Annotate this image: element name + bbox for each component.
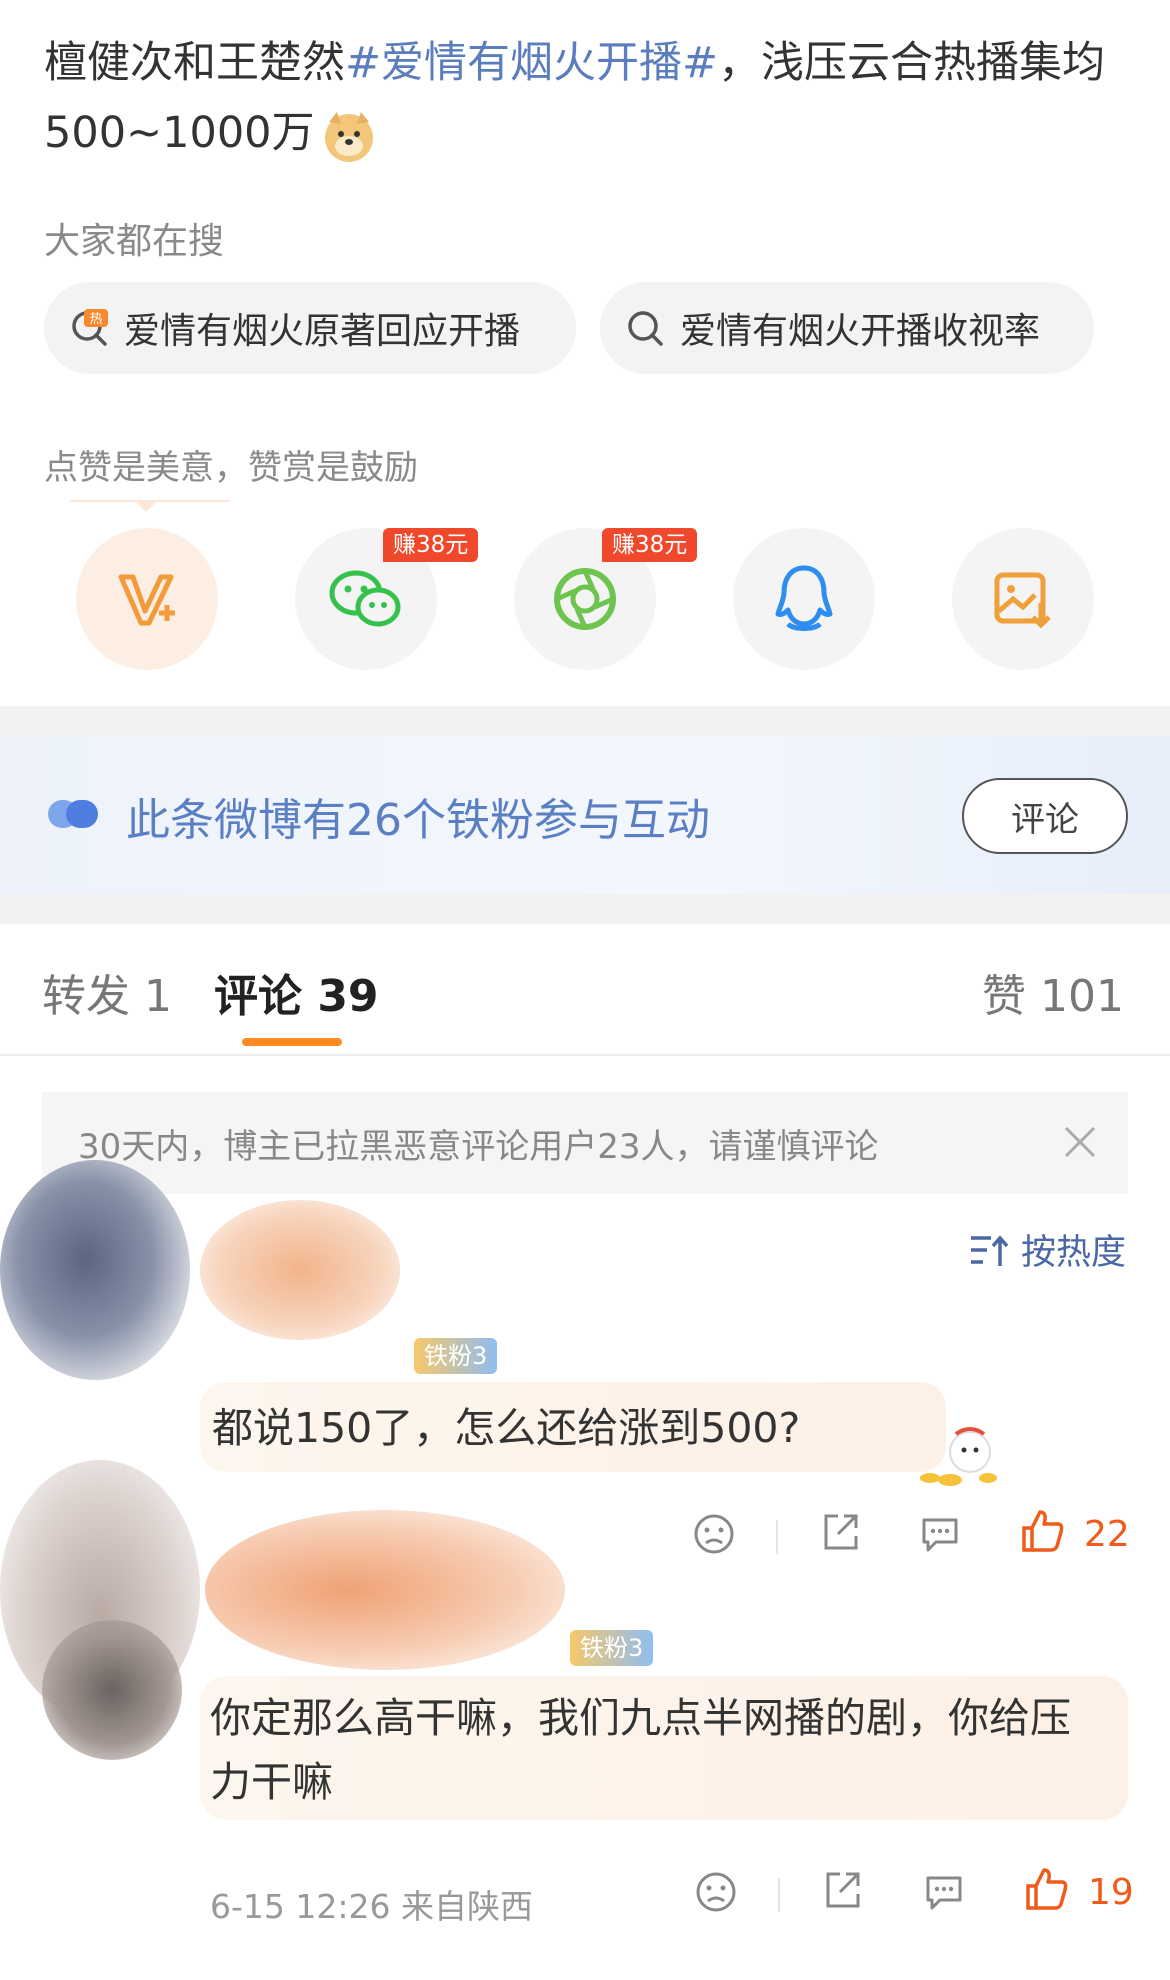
reply-icon[interactable] [922, 1870, 966, 1914]
like-thumb-icon[interactable] [1024, 1866, 1070, 1912]
username-redacted[interactable] [205, 1510, 565, 1670]
fans-banner-text: 此条微博有26个铁粉参与互动 [126, 795, 710, 846]
save-image-button[interactable] [952, 528, 1094, 670]
reply-icon[interactable] [918, 1512, 962, 1556]
svg-text:热: 热 [89, 312, 102, 327]
notice-text: 30天内，博主已拉黑恶意评论用户23人，请谨慎评论 [78, 1126, 879, 1167]
emoji-reaction-icon[interactable] [694, 1870, 738, 1914]
close-icon[interactable] [1058, 1120, 1102, 1164]
like-thumb-icon[interactable] [1020, 1508, 1066, 1554]
wechat-icon [329, 570, 401, 627]
post-text-prefix: 檀健次和王楚然 [44, 38, 345, 88]
avatar[interactable] [0, 1160, 190, 1380]
blocklist-notice: 30天内，博主已拉黑恶意评论用户23人，请谨慎评论 [42, 1092, 1128, 1194]
tab-likes[interactable]: 赞 101 [982, 960, 1124, 1024]
sort-by-hot-button[interactable]: 按热度 [969, 1224, 1126, 1275]
section-gap [0, 706, 1170, 736]
fan-level-badge: 铁粉3 [414, 1338, 498, 1374]
comment-text: 你定那么高干嘛，我们九点半网播的剧，你给压力干嘛 [210, 1694, 1071, 1806]
comment-time-location: 6-15 12:26 来自陕西 [210, 1887, 533, 1926]
like-count: 19 [1088, 1872, 1134, 1913]
hint-caret [134, 500, 158, 512]
sort-label: 按热度 [1020, 1233, 1126, 1273]
emoji-reaction-icon[interactable] [692, 1512, 736, 1556]
post-text: 檀健次和王楚然#爱情有烟火开播#，浅压云合热播集均500~1000万 [44, 28, 1134, 168]
tab-repost[interactable]: 转发 1 [42, 960, 172, 1024]
share-icon[interactable] [818, 1510, 862, 1554]
hot-search-chip-2-label: 爱情有烟火开播收视率 [680, 311, 1041, 352]
fans-interaction-banner: 此条微博有26个铁粉参与互动 评论 [0, 736, 1170, 894]
avatar-photo [42, 1620, 182, 1760]
tab-divider [0, 1054, 1170, 1056]
comment-text: 都说150了，怎么还给涨到500? [212, 1404, 801, 1452]
action-divider [776, 1520, 778, 1554]
hot-search-chip-1[interactable]: 热 爱情有烟火原著回应开播 [44, 282, 576, 374]
v-plus-icon [118, 574, 175, 626]
hot-search-title: 大家都在搜 [44, 221, 225, 262]
fans-comment-button[interactable]: 评论 [962, 778, 1128, 854]
action-divider [778, 1878, 780, 1912]
tab-comments[interactable]: 评论 39 [214, 960, 379, 1024]
post-hashtag[interactable]: #爱情有烟火开播# [345, 38, 718, 88]
save-image-icon [994, 572, 1051, 629]
search-icon [628, 311, 663, 346]
username-redacted[interactable] [200, 1200, 400, 1340]
reward-hint: 点赞是美意，赞赏是鼓励 [44, 448, 418, 488]
fans-icon [48, 800, 98, 828]
moments-earn-badge: 赚38元 [602, 528, 698, 562]
qq-share-button[interactable] [733, 528, 875, 670]
hot-search-chip-2[interactable]: 爱情有烟火开播收视率 [600, 282, 1094, 374]
active-tab-indicator [242, 1038, 342, 1046]
sort-icon [970, 1234, 1009, 1266]
moments-icon [554, 568, 616, 630]
section-gap [0, 894, 1170, 924]
hot-search-icon: 热 [72, 309, 108, 346]
share-icon[interactable] [820, 1868, 864, 1912]
like-count: 22 [1084, 1514, 1130, 1555]
wechat-earn-badge: 赚38元 [383, 528, 479, 562]
hot-search-chip-1-label: 爱情有烟火原著回应开播 [124, 311, 521, 352]
fan-level-badge: 铁粉3 [570, 1630, 654, 1666]
qq-icon [775, 565, 833, 631]
doge-emoji-icon [321, 108, 377, 164]
lucky-doll-sticker-icon [920, 1427, 997, 1486]
vip-reward-button[interactable] [76, 528, 218, 670]
